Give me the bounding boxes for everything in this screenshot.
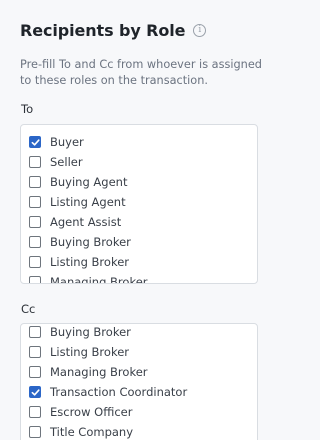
role-checkbox[interactable] xyxy=(29,216,41,228)
role-option-label: Managing Broker xyxy=(50,275,148,284)
role-option-label: Agent Assist xyxy=(50,215,122,229)
to-role-option[interactable]: Buying Agent xyxy=(29,172,127,192)
to-role-option[interactable]: Seller xyxy=(29,152,83,172)
cc-role-option[interactable]: Transaction Coordinator xyxy=(29,382,187,402)
checkmark-icon xyxy=(31,138,40,146)
info-icon[interactable]: i xyxy=(193,24,207,37)
role-checkbox[interactable] xyxy=(29,136,41,148)
role-checkbox[interactable] xyxy=(29,406,41,418)
role-option-label: Listing Agent xyxy=(50,195,126,209)
cc-role-option[interactable]: Buying Broker xyxy=(29,324,131,342)
role-checkbox[interactable] xyxy=(29,346,41,358)
cc-roles-list[interactable]: Buying Broker Listing Broker Managing Brok… xyxy=(20,323,258,440)
panel-title: Recipients by Role xyxy=(20,21,186,40)
to-role-option[interactable]: Listing Agent xyxy=(29,192,126,212)
role-checkbox[interactable] xyxy=(29,196,41,208)
to-role-option[interactable]: Buyer xyxy=(29,132,84,152)
role-checkbox[interactable] xyxy=(29,426,41,438)
cc-role-option[interactable]: Managing Broker xyxy=(29,362,148,382)
cc-role-option[interactable]: Escrow Officer xyxy=(29,402,132,422)
to-role-option[interactable]: Listing Broker xyxy=(29,252,129,272)
recipients-by-role-panel: Recipients by Role i Pre-fill To and Cc … xyxy=(0,0,280,440)
to-role-option[interactable]: Managing Broker xyxy=(29,272,148,284)
role-option-label: Listing Broker xyxy=(50,345,129,359)
checkmark-icon xyxy=(31,388,40,396)
role-option-label: Transaction Coordinator xyxy=(50,385,188,399)
role-checkbox[interactable] xyxy=(29,386,41,398)
role-option-label: Buying Agent xyxy=(50,175,128,189)
role-option-label: Seller xyxy=(50,155,83,169)
to-roles-list[interactable]: Buyer Seller Buying Agent Listing Agent Agen… xyxy=(20,124,258,284)
panel-description: Pre-fill To and Cc from whoever is assig… xyxy=(20,58,262,87)
role-checkbox[interactable] xyxy=(29,326,41,338)
to-role-option[interactable]: Agent Assist xyxy=(29,212,121,232)
to-section-label: To xyxy=(21,102,34,116)
cc-section-label: Cc xyxy=(21,302,36,316)
cc-role-option[interactable]: Title Company xyxy=(29,422,133,440)
role-checkbox[interactable] xyxy=(29,176,41,188)
role-checkbox[interactable] xyxy=(29,256,41,268)
role-option-label: Buying Broker xyxy=(50,325,131,339)
role-checkbox[interactable] xyxy=(29,236,41,248)
role-option-label: Managing Broker xyxy=(50,365,148,379)
title-row: Recipients by Role i xyxy=(20,21,207,40)
role-checkbox[interactable] xyxy=(29,366,41,378)
cc-role-option[interactable]: Listing Broker xyxy=(29,342,129,362)
role-option-label: Buyer xyxy=(50,135,84,149)
role-option-label: Buying Broker xyxy=(50,235,131,249)
role-checkbox[interactable] xyxy=(29,276,41,283)
role-option-label: Listing Broker xyxy=(50,255,129,269)
to-role-option[interactable]: Buying Broker xyxy=(29,232,131,252)
role-option-label: Escrow Officer xyxy=(50,405,133,419)
role-option-label: Title Company xyxy=(50,425,134,439)
role-checkbox[interactable] xyxy=(29,156,41,168)
